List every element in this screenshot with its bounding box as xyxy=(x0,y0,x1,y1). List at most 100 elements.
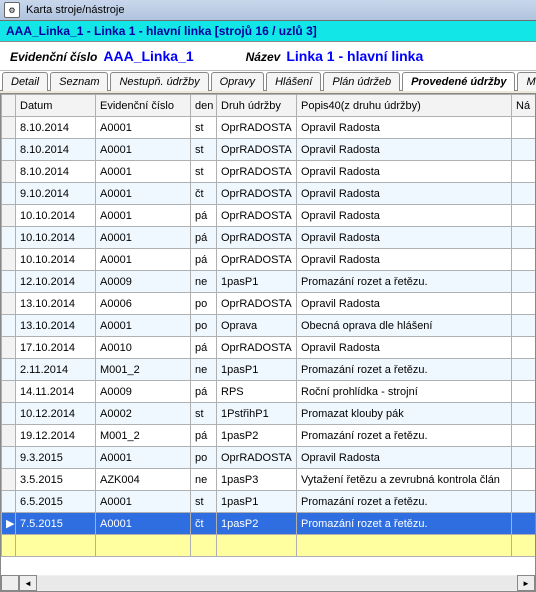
cell-popis[interactable]: Opravil Radosta xyxy=(297,183,512,205)
cell-popis[interactable]: Promazání rozet a řetězu. xyxy=(297,513,512,535)
cell-den[interactable]: čt xyxy=(191,183,217,205)
cell-den[interactable]: st xyxy=(191,139,217,161)
row-indicator[interactable] xyxy=(2,117,16,139)
cell-datum[interactable]: 10.10.2014 xyxy=(16,227,96,249)
filter-cell[interactable] xyxy=(2,535,16,557)
cell-datum[interactable]: 9.10.2014 xyxy=(16,183,96,205)
scroll-left-button[interactable]: ◄ xyxy=(19,575,37,591)
table-row[interactable]: 8.10.2014A0001stOprRADOSTAOpravil Radost… xyxy=(2,161,536,183)
cell-druh[interactable]: Oprava xyxy=(217,315,297,337)
cell-ev[interactable]: A0001 xyxy=(96,227,191,249)
filter-cell[interactable] xyxy=(16,535,96,557)
col-na[interactable]: Ná xyxy=(512,95,536,117)
cell-den[interactable]: pá xyxy=(191,337,217,359)
cell-ev[interactable]: A0009 xyxy=(96,381,191,403)
cell-ev[interactable]: A0006 xyxy=(96,293,191,315)
cell-ev[interactable]: M001_2 xyxy=(96,425,191,447)
cell-ev[interactable]: A0001 xyxy=(96,205,191,227)
row-indicator[interactable] xyxy=(2,491,16,513)
table-row[interactable]: 12.10.2014A0009ne1pasP1Promazání rozet a… xyxy=(2,271,536,293)
cell-na[interactable] xyxy=(512,403,536,425)
table-row[interactable]: 6.5.2015A0001st1pasP1Promazání rozet a ř… xyxy=(2,491,536,513)
table-row[interactable]: 10.10.2014A0001páOprRADOSTAOpravil Rados… xyxy=(2,249,536,271)
cell-ev[interactable]: A0001 xyxy=(96,249,191,271)
cell-den[interactable]: ne xyxy=(191,469,217,491)
cell-druh[interactable]: 1pasP2 xyxy=(217,425,297,447)
col-den[interactable]: den xyxy=(191,95,217,117)
cell-popis[interactable]: Opravil Radosta xyxy=(297,337,512,359)
row-indicator[interactable] xyxy=(2,205,16,227)
cell-den[interactable]: st xyxy=(191,491,217,513)
cell-datum[interactable]: 6.5.2015 xyxy=(16,491,96,513)
cell-datum[interactable]: 19.12.2014 xyxy=(16,425,96,447)
cell-den[interactable]: st xyxy=(191,117,217,139)
cell-druh[interactable]: OprRADOSTA xyxy=(217,293,297,315)
cell-druh[interactable]: OprRADOSTA xyxy=(217,227,297,249)
cell-popis[interactable]: Opravil Radosta xyxy=(297,447,512,469)
horizontal-scrollbar[interactable]: ◄ ► xyxy=(1,575,535,591)
cell-ev[interactable]: A0001 xyxy=(96,491,191,513)
row-indicator[interactable] xyxy=(2,337,16,359)
cell-popis[interactable]: Roční prohlídka - strojní xyxy=(297,381,512,403)
cell-druh[interactable]: OprRADOSTA xyxy=(217,337,297,359)
cell-datum[interactable]: 14.11.2014 xyxy=(16,381,96,403)
cell-ev[interactable]: A0001 xyxy=(96,139,191,161)
tab-opravy[interactable]: Opravy xyxy=(211,72,264,91)
cell-na[interactable] xyxy=(512,491,536,513)
cell-ev[interactable]: A0001 xyxy=(96,513,191,535)
cell-datum[interactable]: 10.10.2014 xyxy=(16,249,96,271)
cell-druh[interactable]: 1PstřihP1 xyxy=(217,403,297,425)
cell-datum[interactable]: 8.10.2014 xyxy=(16,161,96,183)
row-indicator[interactable] xyxy=(2,271,16,293)
row-indicator[interactable] xyxy=(2,161,16,183)
cell-na[interactable] xyxy=(512,425,536,447)
cell-datum[interactable]: 8.10.2014 xyxy=(16,117,96,139)
cell-na[interactable] xyxy=(512,205,536,227)
cell-datum[interactable]: 9.3.2015 xyxy=(16,447,96,469)
tab-detail[interactable]: Detail xyxy=(2,72,48,91)
cell-druh[interactable]: OprRADOSTA xyxy=(217,183,297,205)
table-row[interactable]: 14.11.2014A0009páRPSRoční prohlídka - st… xyxy=(2,381,536,403)
table-row[interactable]: 13.10.2014A0001poOpravaObecná oprava dle… xyxy=(2,315,536,337)
table-row[interactable]: 8.10.2014A0001stOprRADOSTAOpravil Radost… xyxy=(2,117,536,139)
cell-druh[interactable]: 1pasP1 xyxy=(217,491,297,513)
filter-cell[interactable] xyxy=(191,535,217,557)
table-row[interactable]: 10.10.2014A0001páOprRADOSTAOpravil Rados… xyxy=(2,205,536,227)
table-row[interactable]: 9.3.2015A0001poOprRADOSTAOpravil Radosta xyxy=(2,447,536,469)
row-indicator[interactable] xyxy=(2,183,16,205)
cell-ev[interactable]: A0001 xyxy=(96,447,191,469)
table-row[interactable]: 10.12.2014A0002st1PstřihP1Promazat kloub… xyxy=(2,403,536,425)
filter-cell[interactable] xyxy=(297,535,512,557)
col-popis[interactable]: Popis40(z druhu údržby) xyxy=(297,95,512,117)
table-row[interactable]: ▶7.5.2015A0001čt1pasP2Promazání rozet a … xyxy=(2,513,536,535)
cell-datum[interactable]: 2.11.2014 xyxy=(16,359,96,381)
col-ev[interactable]: Evidenční číslo xyxy=(96,95,191,117)
cell-den[interactable]: st xyxy=(191,403,217,425)
cell-na[interactable] xyxy=(512,381,536,403)
cell-datum[interactable]: 10.10.2014 xyxy=(16,205,96,227)
cell-datum[interactable]: 8.10.2014 xyxy=(16,139,96,161)
cell-na[interactable] xyxy=(512,315,536,337)
row-indicator[interactable] xyxy=(2,359,16,381)
tab-mtb[interactable]: MTB xyxy=(517,72,536,91)
grid-scroll[interactable]: Datum Evidenční číslo den Druh údržby Po… xyxy=(1,94,535,575)
cell-popis[interactable]: Opravil Radosta xyxy=(297,293,512,315)
row-indicator[interactable] xyxy=(2,315,16,337)
tab-nestup-dr-by[interactable]: Nestupň. údržby xyxy=(110,72,208,91)
cell-den[interactable]: pá xyxy=(191,381,217,403)
cell-na[interactable] xyxy=(512,359,536,381)
filter-row[interactable] xyxy=(2,535,536,557)
scrollbar-track[interactable] xyxy=(37,576,517,590)
cell-druh[interactable]: OprRADOSTA xyxy=(217,447,297,469)
filter-cell[interactable] xyxy=(96,535,191,557)
cell-ev[interactable]: A0001 xyxy=(96,117,191,139)
row-indicator[interactable] xyxy=(2,227,16,249)
cell-ev[interactable]: A0001 xyxy=(96,315,191,337)
row-indicator[interactable]: ▶ xyxy=(2,513,16,535)
cell-druh[interactable]: 1pasP3 xyxy=(217,469,297,491)
cell-na[interactable] xyxy=(512,293,536,315)
filter-cell[interactable] xyxy=(217,535,297,557)
filter-cell[interactable] xyxy=(512,535,536,557)
cell-na[interactable] xyxy=(512,447,536,469)
table-row[interactable]: 19.12.2014M001_2pá1pasP2Promazání rozet … xyxy=(2,425,536,447)
